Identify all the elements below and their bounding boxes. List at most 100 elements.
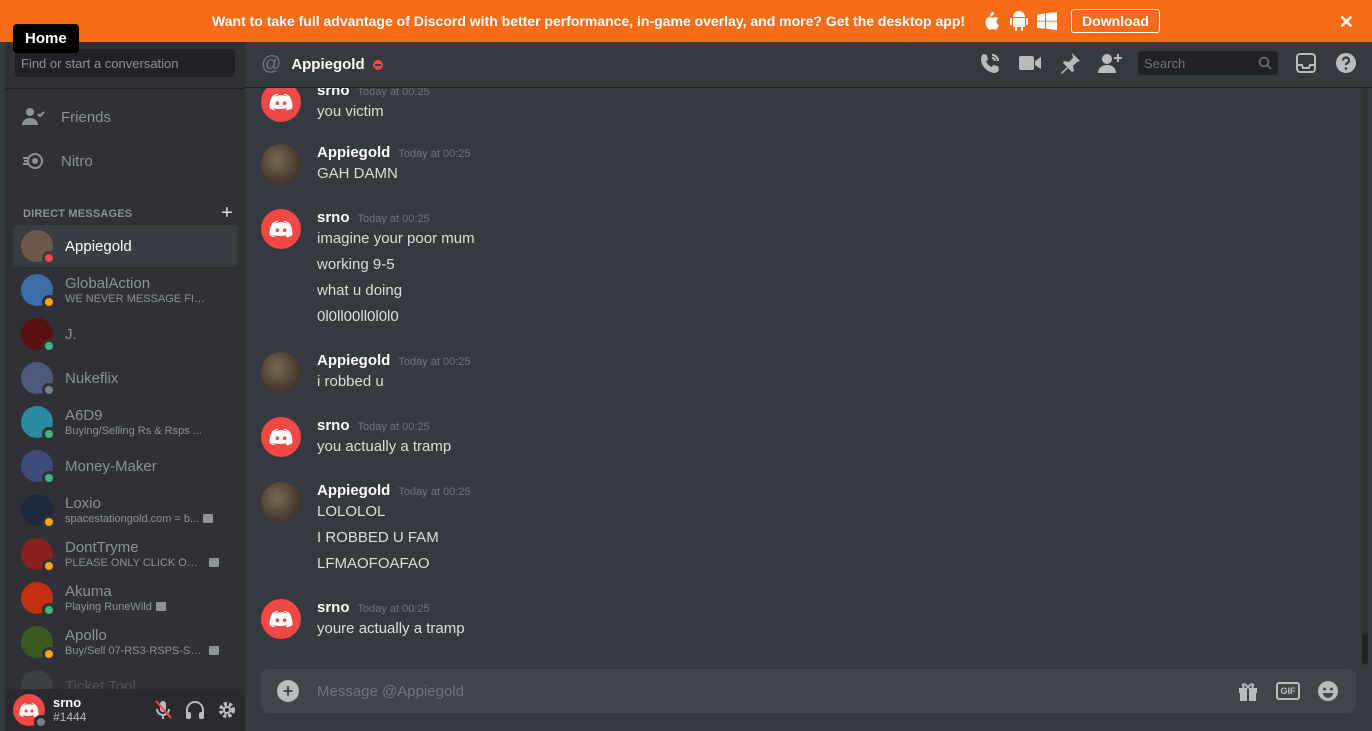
dm-name: GlobalAction xyxy=(65,274,151,292)
scrollbar-thumb[interactable] xyxy=(1362,634,1368,664)
friends-icon xyxy=(17,101,49,133)
dm-item[interactable]: Apollo Buy/Sell 07-RS3-RSPS-Se... xyxy=(13,621,237,663)
dnd-status-icon xyxy=(372,59,383,70)
dm-item[interactable]: Loxio spacestationgold.com = b... xyxy=(13,489,237,531)
dm-text: Apollo Buy/Sell 07-RS3-RSPS-Se... xyxy=(65,627,225,658)
gif-button[interactable]: GIF xyxy=(1276,682,1300,700)
direct-messages-header: DIRECT MESSAGES + xyxy=(23,202,233,225)
dm-text: J. xyxy=(65,326,225,343)
message-author[interactable]: srno xyxy=(317,209,350,226)
message-author[interactable]: Appiegold xyxy=(317,352,390,369)
dm-item[interactable]: Akuma Playing RuneWild xyxy=(13,577,237,619)
dm-name: Apollo xyxy=(65,626,107,644)
dm-item[interactable]: J. xyxy=(13,313,237,355)
dm-custom-status: PLEASE ONLY CLICK ON ... xyxy=(65,556,225,570)
headphones-icon[interactable] xyxy=(185,700,205,720)
status-dot xyxy=(42,515,56,529)
dm-avatar xyxy=(21,538,56,573)
apple-icon[interactable] xyxy=(981,11,1001,31)
message-header: Appiegold Today at 00:25 xyxy=(317,144,471,161)
mute-mic-icon[interactable] xyxy=(153,700,173,720)
dm-text: DontTryme PLEASE ONLY CLICK ON ... xyxy=(65,539,225,570)
message-header: srno Today at 00:25 xyxy=(317,209,475,226)
dm-item[interactable]: Appiegold xyxy=(13,225,237,267)
dm-avatar xyxy=(21,626,56,661)
message-author[interactable]: srno xyxy=(317,88,350,99)
message-avatar[interactable] xyxy=(261,482,301,522)
message-timestamp: Today at 00:25 xyxy=(357,88,430,98)
android-icon[interactable] xyxy=(1009,11,1029,31)
message-author[interactable]: srno xyxy=(317,417,350,434)
dm-item[interactable]: Nukeflix xyxy=(13,357,237,399)
chat-search-input[interactable]: Search xyxy=(1138,51,1278,75)
dm-item[interactable]: GlobalAction WE NEVER MESSAGE FIRST xyxy=(13,269,237,311)
create-dm-icon[interactable]: + xyxy=(221,202,233,225)
rich-presence-icon xyxy=(209,646,219,655)
download-button[interactable]: Download xyxy=(1071,9,1160,33)
dm-item[interactable]: A6D9 Buying/Selling Rs & Rsps ... xyxy=(13,401,237,443)
dm-text: GlobalAction WE NEVER MESSAGE FIRST xyxy=(65,275,225,306)
nitro-icon xyxy=(17,145,49,177)
close-banner-icon[interactable]: ✕ xyxy=(1339,12,1354,33)
message-body: Appiegold Today at 00:25 GAH DAMN xyxy=(317,144,471,187)
message-text: I ROBBED U FAM xyxy=(317,529,439,546)
message-author[interactable]: srno xyxy=(317,599,350,616)
home-tooltip: Home xyxy=(13,24,79,53)
nav-label-friends: Friends xyxy=(61,108,112,126)
user-avatar[interactable] xyxy=(13,694,48,729)
status-dot xyxy=(42,471,56,485)
dm-status-text: WE NEVER MESSAGE FIRST xyxy=(65,292,205,305)
nav-item-friends[interactable]: Friends xyxy=(13,96,237,138)
message-avatar[interactable] xyxy=(261,88,301,122)
message-avatar[interactable] xyxy=(261,352,301,392)
message-timestamp: Today at 00:25 xyxy=(357,603,430,615)
message-avatar[interactable] xyxy=(261,209,301,249)
message-avatar[interactable] xyxy=(261,599,301,639)
message-text: what u doing xyxy=(317,282,403,299)
voice-call-icon[interactable] xyxy=(978,51,1002,75)
upload-plus-icon[interactable]: + xyxy=(277,680,299,702)
dm-item[interactable]: Money-Maker xyxy=(13,445,237,487)
message-header: Appiegold Today at 00:25 xyxy=(317,352,471,369)
message-body: srno Today at 00:25 you victim xyxy=(317,88,430,125)
chat-title: Appiegold xyxy=(291,56,365,73)
dm-status-text: Buy/Sell 07-RS3-RSPS-Se... xyxy=(65,644,205,657)
dm-custom-status: Buying/Selling Rs & Rsps ... xyxy=(65,424,225,438)
dm-text: A6D9 Buying/Selling Rs & Rsps ... xyxy=(65,407,225,438)
dm-name: Money-Maker xyxy=(65,457,157,475)
settings-gear-icon[interactable] xyxy=(217,700,237,720)
inbox-icon[interactable] xyxy=(1294,51,1318,75)
help-icon[interactable] xyxy=(1334,51,1358,75)
message-header: srno Today at 00:25 xyxy=(317,599,465,616)
message-composer[interactable]: + Message @Appiegold GIF xyxy=(261,669,1356,713)
video-call-icon[interactable] xyxy=(1018,51,1042,75)
message-text: LFMAOFOAFAO xyxy=(317,555,430,572)
sidebar-divider xyxy=(5,88,245,89)
scrollbar-track[interactable] xyxy=(1362,88,1368,666)
status-dot xyxy=(42,251,56,265)
message-body: srno Today at 00:25 you actually a tramp xyxy=(317,417,451,460)
nav-label-nitro: Nitro xyxy=(61,152,93,170)
dm-text: Loxio spacestationgold.com = b... xyxy=(65,495,225,526)
dm-name: Nukeflix xyxy=(65,369,119,387)
message-group: srno Today at 00:25 you actually a tramp xyxy=(261,417,451,460)
gift-icon[interactable] xyxy=(1236,679,1260,703)
dm-custom-status: WE NEVER MESSAGE FIRST xyxy=(65,292,225,306)
message-input[interactable]: Message @Appiegold xyxy=(317,683,464,700)
user-panel: srno #1444 xyxy=(5,689,245,731)
message-group: Appiegold Today at 00:25 i robbed u xyxy=(261,352,471,395)
dm-item[interactable]: DontTryme PLEASE ONLY CLICK ON ... xyxy=(13,533,237,575)
message-avatar[interactable] xyxy=(261,144,301,184)
message-avatar[interactable] xyxy=(261,417,301,457)
add-friend-icon[interactable] xyxy=(1098,51,1122,75)
message-text: you victim xyxy=(317,103,384,120)
find-conversation-input[interactable]: Find or start a conversation xyxy=(15,49,235,77)
message-author[interactable]: Appiegold xyxy=(317,482,390,499)
message-author[interactable]: Appiegold xyxy=(317,144,390,161)
windows-icon[interactable] xyxy=(1037,11,1058,31)
emoji-icon[interactable] xyxy=(1316,679,1340,703)
dm-avatar xyxy=(21,230,56,265)
nav-item-nitro[interactable]: Nitro xyxy=(13,140,237,182)
pinned-messages-icon[interactable] xyxy=(1058,51,1082,75)
dm-name: A6D9 xyxy=(65,406,103,424)
